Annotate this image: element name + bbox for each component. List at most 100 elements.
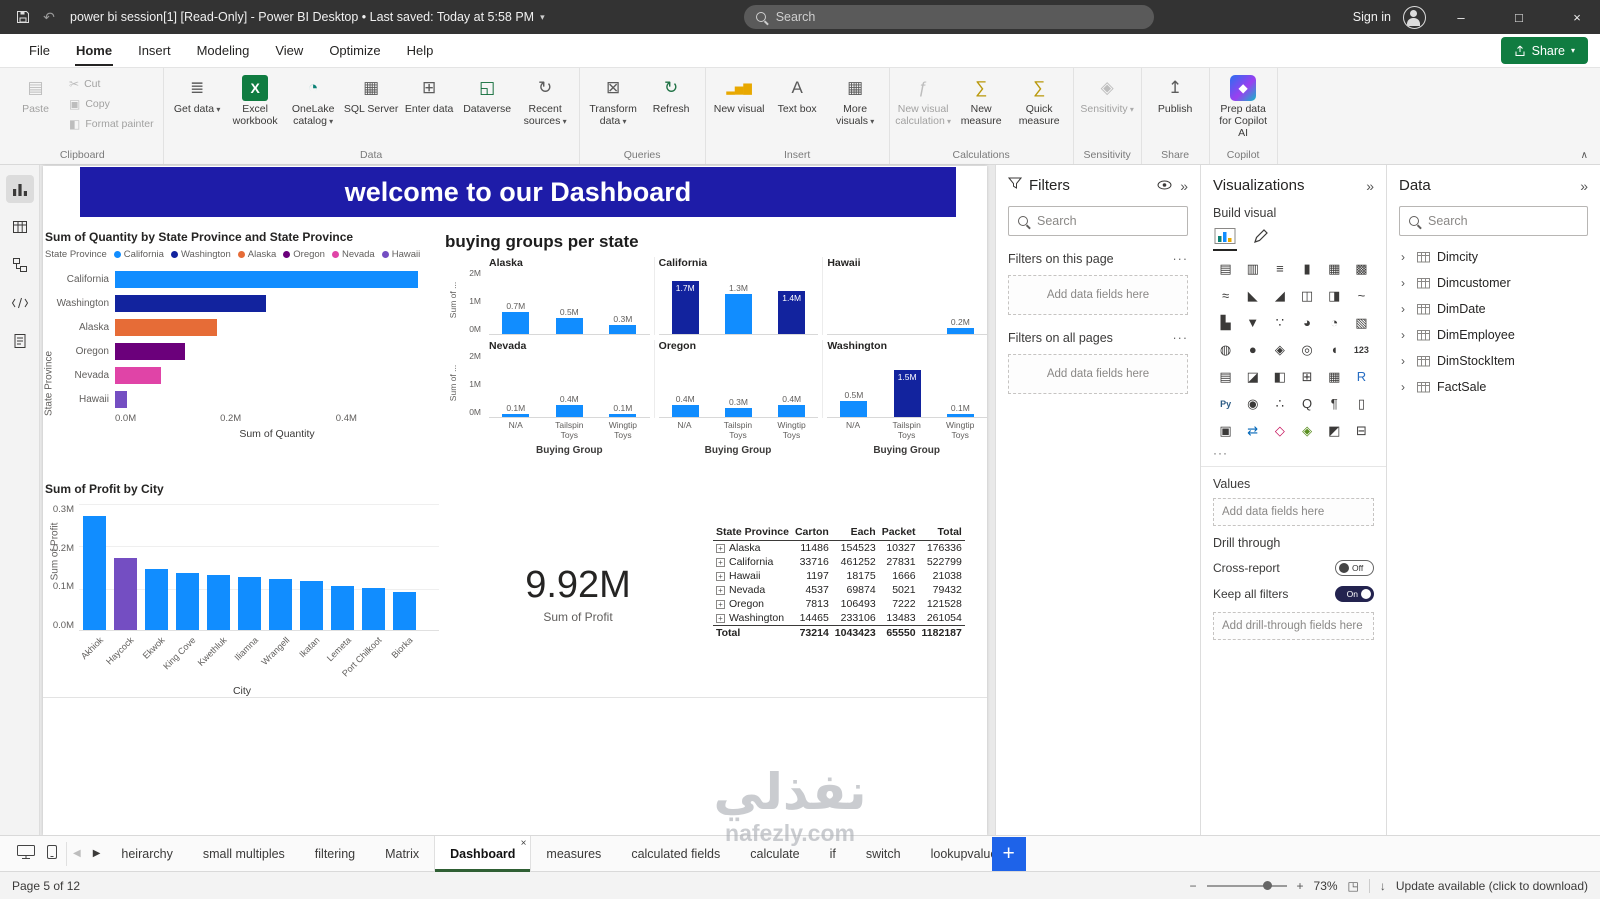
hundred-stacked-column-chart-icon[interactable]: ▩ [1349,257,1374,280]
account-avatar[interactable] [1403,6,1426,29]
multi-row-card-icon[interactable]: ▤ [1213,365,1238,388]
profit-card[interactable]: 9.92M Sum of Profit [493,564,663,624]
matrix-icon[interactable]: ▦ [1322,365,1347,388]
minimize-button[interactable]: – [1438,0,1484,34]
card-icon[interactable]: 123 [1349,338,1374,361]
expand-icon[interactable]: + [716,558,725,567]
key-influencers-icon[interactable]: ◉ [1240,392,1265,415]
fit-to-page-icon[interactable]: ◳ [1348,879,1359,893]
more-options-icon[interactable]: ··· [1173,252,1189,266]
next-page-icon[interactable]: ▶ [87,848,107,859]
menu-home[interactable]: Home [63,34,125,68]
menu-file[interactable]: File [16,34,63,68]
donut-chart-icon[interactable]: ◔ [1322,311,1347,334]
new-visual-calculation-button[interactable]: ƒNew visual calculation ▾ [895,71,952,128]
page-tab-measures[interactable]: measures [531,836,616,872]
collapse-ribbon-icon[interactable]: ∧ [1581,150,1588,161]
tmdl-view[interactable] [6,327,34,355]
table-view[interactable] [6,213,34,241]
map-icon[interactable]: ◍ [1213,338,1238,361]
save-icon[interactable] [10,3,36,31]
collapse-visualizations-pane-icon[interactable]: » [1366,178,1374,194]
sql-server-button[interactable]: ▦SQL Server [343,71,400,116]
data-table-dimemployee[interactable]: ›DimEmployee [1399,322,1588,347]
publish-button[interactable]: ↥Publish [1147,71,1204,116]
legend-item-nevada[interactable]: Nevada [332,249,375,260]
cross-report-toggle[interactable]: Off [1335,560,1374,576]
data-table-dimdate[interactable]: ›DimDate [1399,296,1588,321]
zoom-slider[interactable] [1207,885,1287,887]
model-view[interactable] [6,251,34,279]
paginated-report-icon[interactable]: ▯ [1349,392,1374,415]
zoom-in-icon[interactable]: + [1297,879,1304,893]
page-tab-if[interactable]: if [815,836,851,872]
expand-icon[interactable]: + [716,614,725,623]
more-visuals-button[interactable]: ▦More visuals ▾ [827,71,884,128]
data-table-factsale[interactable]: ›FactSale [1399,374,1588,399]
expand-icon[interactable]: + [716,572,725,581]
data-search-box[interactable] [1399,206,1588,236]
transform-data-button[interactable]: ⊠Transform data ▾ [585,71,642,128]
legend-item-oregon[interactable]: Oregon [283,249,325,260]
filters-search-box[interactable] [1008,206,1188,236]
data-table-dimstockitem[interactable]: ›DimStockItem [1399,348,1588,373]
drill-through-dropzone[interactable]: Add drill-through fields here [1213,612,1374,640]
line-and-stacked-column-chart-icon[interactable]: ◫ [1294,284,1319,307]
slicer-icon[interactable]: ◧ [1267,365,1292,388]
page-tab-calculated-fields[interactable]: calculated fields [616,836,735,872]
page-tab-dashboard[interactable]: Dashboard× [434,836,531,872]
format-visual-icon[interactable] [1251,226,1271,249]
menu-optimize[interactable]: Optimize [316,34,393,68]
arcgis-map-icon[interactable]: ◈ [1294,419,1319,442]
menu-help[interactable]: Help [394,34,447,68]
filters-page-dropzone[interactable]: Add data fields here [1008,275,1188,315]
mobile-layout-icon[interactable] [46,844,58,863]
data-table-dimcity[interactable]: ›Dimcity [1399,244,1588,269]
new-page-button[interactable]: + [992,837,1026,871]
expand-chevron-icon[interactable]: › [1401,354,1410,368]
enter-data-button[interactable]: ⊞Enter data [401,71,458,116]
global-search-box[interactable] [744,5,1154,29]
scatter-chart-icon[interactable]: ∵ [1267,311,1292,334]
build-visual-icon[interactable] [1213,226,1237,251]
legend-item-washington[interactable]: Washington [171,249,231,260]
power-apps-icon[interactable]: ▣ [1213,419,1238,442]
clustered-column-chart-icon[interactable]: ▮ [1294,257,1319,280]
desktop-layout-icon[interactable] [16,844,36,863]
metrics-icon[interactable]: ◇ [1267,419,1292,442]
format-painter-button[interactable]: ◧Format painter [65,117,158,131]
get-data-button[interactable]: ≣Get data ▾ [169,71,226,116]
global-search-input[interactable] [774,9,1142,25]
table-icon[interactable]: ⊞ [1294,365,1319,388]
values-dropzone[interactable]: Add data fields here [1213,498,1374,526]
page-tab-calculate[interactable]: calculate [735,836,814,872]
page-tab-heirarchy[interactable]: heirarchy [106,836,187,872]
title-chevron-down-icon[interactable]: ▾ [540,12,545,23]
collapse-data-pane-icon[interactable]: » [1580,178,1588,194]
smart-narrative-icon[interactable]: ¶ [1322,392,1347,415]
collapse-filters-pane-icon[interactable]: » [1180,178,1188,194]
page-tab-matrix[interactable]: Matrix [370,836,434,872]
report-page[interactable]: welcome to our Dashboard Sum of Quantity… [43,166,987,835]
expand-chevron-icon[interactable]: › [1401,328,1410,342]
data-search-input[interactable] [1426,213,1578,229]
qa-visual-icon[interactable]: Q [1294,392,1319,415]
treemap-icon[interactable]: ▧ [1349,311,1374,334]
custom-visual-icon[interactable]: ⊟ [1349,419,1374,442]
area-chart-icon[interactable]: ◣ [1240,284,1265,307]
dataverse-button[interactable]: ◱Dataverse [459,71,516,116]
stacked-column-chart-icon[interactable]: ▥ [1240,257,1265,280]
maximize-button[interactable]: □ [1496,0,1542,34]
new-visual-button[interactable]: ▂▅▇New visual [711,71,768,116]
legend-item-california[interactable]: California [114,249,164,260]
filters-all-dropzone[interactable]: Add data fields here [1008,354,1188,394]
line-chart-icon[interactable]: ≈ [1213,284,1238,307]
menu-view[interactable]: View [262,34,316,68]
azure-map-icon[interactable]: ◎ [1294,338,1319,361]
refresh-button[interactable]: ↻Refresh [643,71,700,116]
share-button[interactable]: Share ▾ [1501,37,1588,64]
line-and-clustered-column-chart-icon[interactable]: ◨ [1322,284,1347,307]
excel-workbook-button[interactable]: XExcel workbook [227,71,284,128]
filters-search-input[interactable] [1035,213,1178,229]
ribbon-chart-icon[interactable]: ~ [1349,284,1374,307]
